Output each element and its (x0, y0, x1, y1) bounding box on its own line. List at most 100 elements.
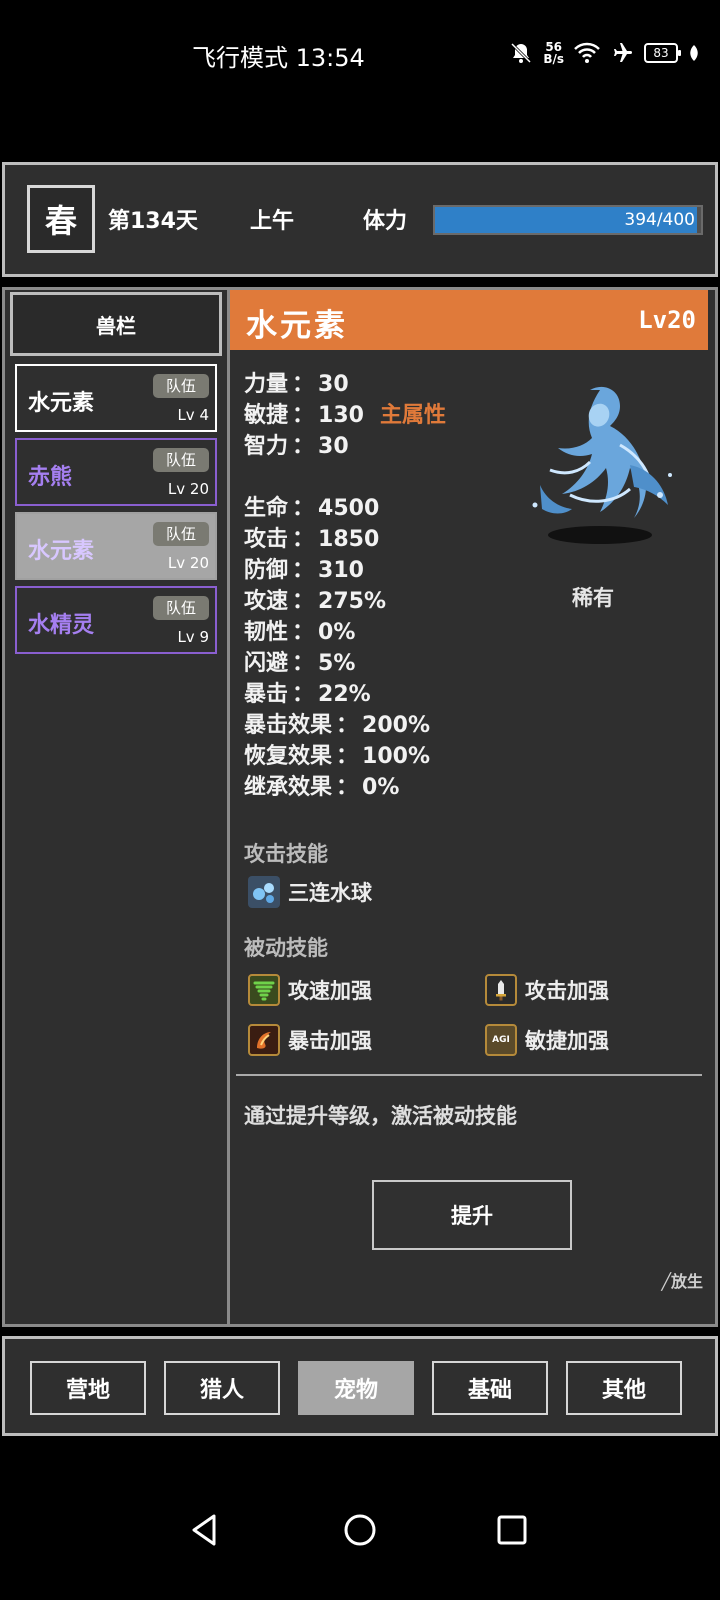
hint-text: 通过提升等级，激活被动技能 (244, 1104, 517, 1128)
header-panel: 春 第134天 上午 体力 394/400 (2, 162, 718, 277)
airplane-icon (614, 43, 632, 62)
stat-value: 1850 (318, 527, 380, 552)
divider (236, 1074, 702, 1076)
rarity-label: 稀有 (572, 586, 614, 610)
status-bar: 飞行模式 13:54 56 B/s 83 (0, 0, 720, 110)
tornado-icon (248, 974, 280, 1006)
pet-level: Lv 20 (167, 554, 209, 572)
stat-value: 310 (318, 558, 364, 583)
stat-inherit-effect: 继承效果： 0% (244, 769, 399, 801)
attack-skill-title: 攻击技能 (244, 842, 328, 866)
water-orb-icon (248, 876, 280, 908)
pet-level: Lv 9 (177, 628, 209, 646)
stat-value: 30 (318, 434, 349, 459)
pet-detail: 水元素 Lv20 力量： 30 敏捷： 130 主属性 智力： 30 生命： 4500 攻… (230, 290, 715, 1324)
stat-evasion: 闪避： 5% (244, 645, 355, 677)
team-badge[interactable]: 队伍 (153, 596, 209, 620)
passive-skill-item[interactable]: 暴击加强 (248, 1024, 372, 1056)
main-attribute-tag: 主属性 (379, 403, 446, 428)
stat-label: 攻击 (244, 527, 289, 552)
stat-agility: 敏捷： 130 主属性 (244, 397, 446, 429)
stat-label: 恢复效果 (244, 744, 333, 769)
stat-separator: ： (292, 372, 315, 397)
bell-muted-icon (511, 42, 532, 64)
stat-value: 22% (318, 682, 371, 707)
team-badge[interactable]: 队伍 (153, 522, 209, 546)
day-counter: 第134天 (108, 209, 198, 234)
stat-value: 0% (362, 775, 400, 800)
upgrade-button[interactable]: 提升 (372, 1180, 572, 1250)
passive-skill-item[interactable]: 攻速加强 (248, 974, 372, 1006)
net-speed-unit: B/s (543, 52, 564, 66)
passive-skill-title: 被动技能 (244, 936, 328, 960)
stat-separator: ： (292, 527, 315, 552)
stat-attack: 攻击： 1850 (244, 521, 379, 553)
stat-crit: 暴击： 22% (244, 676, 371, 708)
stat-label: 韧性 (244, 620, 289, 645)
stamina-bar: 394/400 (433, 205, 703, 235)
stat-separator: ： (292, 496, 315, 521)
team-badge[interactable]: 队伍 (153, 448, 209, 472)
pet-card-selected[interactable]: 水元素 队伍 Lv 20 (15, 512, 217, 580)
stat-value: 200% (362, 713, 430, 738)
wifi-icon (574, 42, 600, 63)
stat-separator: ： (292, 682, 315, 707)
stat-value: 4500 (318, 496, 380, 521)
pet-name: 赤熊 (28, 465, 73, 490)
nav-hunter[interactable]: 猎人 (164, 1361, 280, 1415)
pet-sidebar: 兽栏 水元素 队伍 Lv 4 赤熊 队伍 Lv 20 水元素 队伍 Lv 20 … (5, 290, 230, 1324)
back-icon[interactable] (188, 1512, 220, 1548)
nav-basic[interactable]: 基础 (432, 1361, 548, 1415)
stat-label: 防御 (244, 558, 289, 583)
main-panel: 兽栏 水元素 队伍 Lv 4 赤熊 队伍 Lv 20 水元素 队伍 Lv 20 … (2, 287, 718, 1327)
home-icon[interactable] (342, 1512, 378, 1548)
stat-strength: 力量： 30 (244, 366, 349, 398)
pet-detail-name: 水元素 (246, 308, 348, 344)
status-icons: 56 B/s 83 (509, 38, 700, 68)
team-badge[interactable]: 队伍 (153, 374, 209, 398)
skill-name: 敏捷加强 (525, 1029, 609, 1053)
system-nav-bar (0, 1480, 720, 1600)
pet-card[interactable]: 水元素 队伍 Lv 4 (15, 364, 217, 432)
stat-defense: 防御： 310 (244, 552, 364, 584)
pet-level: Lv 4 (177, 406, 209, 424)
nav-camp[interactable]: 营地 (30, 1361, 146, 1415)
agi-icon: AGI (485, 1024, 517, 1056)
season-indicator: 春 (27, 185, 95, 253)
status-time: 飞行模式 13:54 (192, 44, 365, 72)
stat-attack-speed: 攻速： 275% (244, 583, 386, 615)
stat-label: 暴击 (244, 682, 289, 707)
stat-separator: ： (292, 651, 315, 676)
attack-skill-item[interactable]: 三连水球 (248, 876, 372, 908)
passive-skill-item[interactable]: AGI 敏捷加强 (485, 1024, 609, 1056)
stat-value: 275% (318, 589, 386, 614)
nav-pet[interactable]: 宠物 (298, 1361, 414, 1415)
water-elemental-portrait (532, 386, 672, 544)
pet-card[interactable]: 水精灵 队伍 Lv 9 (15, 586, 217, 654)
skill-name: 攻击加强 (525, 979, 609, 1003)
pet-card[interactable]: 赤熊 队伍 Lv 20 (15, 438, 217, 506)
release-button[interactable]: ╱放生 (661, 1268, 703, 1292)
nav-other[interactable]: 其他 (566, 1361, 682, 1415)
stat-label: 生命 (244, 496, 289, 521)
stat-label: 敏捷 (244, 403, 289, 428)
stat-hp: 生命： 4500 (244, 490, 379, 522)
pet-level: Lv 20 (167, 480, 209, 498)
stat-crit-effect: 暴击效果： 200% (244, 707, 430, 739)
stat-separator: ： (336, 713, 359, 738)
stat-value: 0% (318, 620, 356, 645)
passive-skill-item[interactable]: 攻击加强 (485, 974, 609, 1006)
sidebar-title: 兽栏 (10, 292, 222, 356)
stat-label: 暴击效果 (244, 713, 333, 738)
stat-separator: ： (292, 434, 315, 459)
stat-separator: ： (336, 744, 359, 769)
leaf-icon (690, 45, 698, 61)
bottom-nav: 营地 猎人 宠物 基础 其他 (2, 1336, 718, 1436)
stat-separator: ： (292, 620, 315, 645)
stat-toughness: 韧性： 0% (244, 614, 355, 646)
skill-name: 三连水球 (288, 881, 372, 905)
skill-name: 暴击加强 (288, 1029, 372, 1053)
recents-icon[interactable] (496, 1514, 528, 1546)
pet-detail-level: Lv20 (638, 306, 696, 334)
stat-value: 130 (318, 403, 364, 428)
